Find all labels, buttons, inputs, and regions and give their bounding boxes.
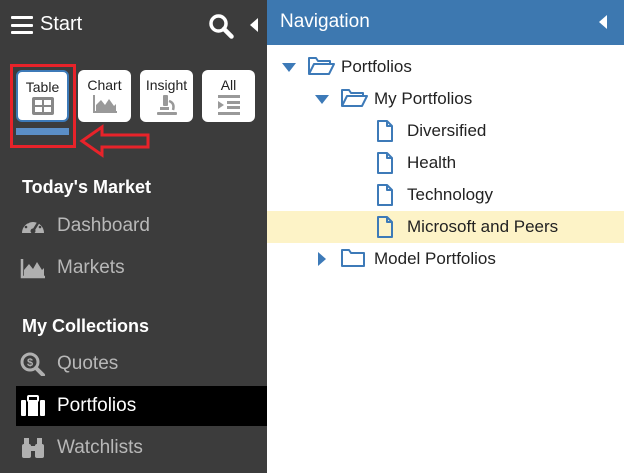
tree-item-label: Portfolios — [341, 57, 412, 76]
document-icon — [377, 120, 393, 142]
sidebar-item-label: Portfolios — [57, 395, 137, 416]
briefcase-icon — [21, 395, 45, 416]
view-button-group: Table Chart Insight All — [16, 70, 256, 122]
collapse-panel-icon[interactable] — [598, 15, 608, 29]
document-icon — [377, 184, 393, 206]
tree-item-label: Technology — [407, 185, 494, 204]
sidebar-item-label: Markets — [57, 257, 125, 278]
gauge-icon — [22, 218, 44, 234]
sidebar-title: Start — [40, 13, 83, 35]
microscope-icon — [156, 95, 177, 115]
all-view-label: All — [220, 77, 237, 93]
area-chart-icon — [92, 95, 117, 113]
sidebar: Start Table Chart Insight All Today's Ma… — [0, 0, 267, 473]
dollar-magnifier-icon: $ — [20, 352, 45, 376]
tree-item-technology[interactable]: Technology — [267, 179, 624, 211]
tree-item-portfolios[interactable]: Portfolios — [267, 51, 624, 83]
expanded-caret-icon[interactable] — [315, 93, 329, 105]
tree-item-label: Health — [407, 153, 457, 172]
sidebar-item-dashboard[interactable]: Dashboard — [16, 206, 267, 246]
search-icon[interactable] — [208, 13, 234, 39]
insight-view-button[interactable]: Insight — [140, 70, 193, 122]
sidebar-item-watchlists[interactable]: Watchlists — [16, 428, 267, 468]
navigation-panel: Navigation Portfolios My Portfolios Dive… — [267, 0, 624, 473]
tree-item-diversified[interactable]: Diversified — [267, 115, 624, 147]
area-chart-icon — [20, 259, 45, 279]
tree-item-label: My Portfolios — [374, 89, 473, 108]
expanded-caret-icon[interactable] — [282, 61, 296, 73]
section-title-my-collections: My Collections — [22, 316, 150, 336]
insight-view-label: Insight — [145, 77, 188, 93]
navigation-header: Navigation — [267, 0, 624, 45]
sidebar-item-markets[interactable]: Markets — [16, 248, 267, 288]
sidebar-header: Start — [0, 0, 267, 51]
sidebar-item-label: Dashboard — [57, 215, 150, 236]
svg-text:$: $ — [27, 357, 33, 369]
document-icon — [377, 152, 393, 174]
table-view-button[interactable]: Table — [16, 70, 69, 122]
tree-item-label: Model Portfolios — [374, 249, 496, 268]
table-icon — [31, 97, 54, 115]
tree-item-my-portfolios[interactable]: My Portfolios — [267, 83, 624, 115]
tree-item-label: Microsoft and Peers — [407, 217, 559, 236]
sidebar-item-portfolios[interactable]: Portfolios — [16, 386, 267, 426]
hamburger-menu-icon[interactable] — [11, 16, 33, 34]
table-view-label: Table — [25, 79, 60, 95]
sidebar-item-quotes[interactable]: $ Quotes — [16, 344, 267, 384]
folder-closed-icon — [341, 249, 365, 267]
binoculars-icon — [22, 438, 44, 458]
chart-view-button[interactable]: Chart — [78, 70, 131, 122]
active-view-indicator — [16, 128, 69, 135]
collapse-left-icon[interactable] — [249, 18, 259, 32]
tree-item-microsoft-and-peers[interactable]: Microsoft and Peers — [267, 211, 624, 243]
folder-open-icon — [341, 89, 368, 107]
tree-item-model-portfolios[interactable]: Model Portfolios — [267, 243, 624, 275]
list-indent-icon — [217, 95, 240, 115]
tree-item-health[interactable]: Health — [267, 147, 624, 179]
chart-view-label: Chart — [87, 77, 122, 93]
navigation-title: Navigation — [280, 11, 370, 32]
collapsed-caret-icon[interactable] — [317, 252, 327, 266]
annotation-arrow-icon — [79, 124, 150, 158]
sidebar-item-label: Quotes — [57, 353, 119, 374]
tree-item-label: Diversified — [407, 121, 487, 140]
folder-open-icon — [308, 57, 335, 75]
all-view-button[interactable]: All — [202, 70, 255, 122]
section-title-todays-market: Today's Market — [22, 177, 151, 197]
document-icon — [377, 216, 393, 238]
sidebar-item-label: Watchlists — [57, 437, 143, 458]
